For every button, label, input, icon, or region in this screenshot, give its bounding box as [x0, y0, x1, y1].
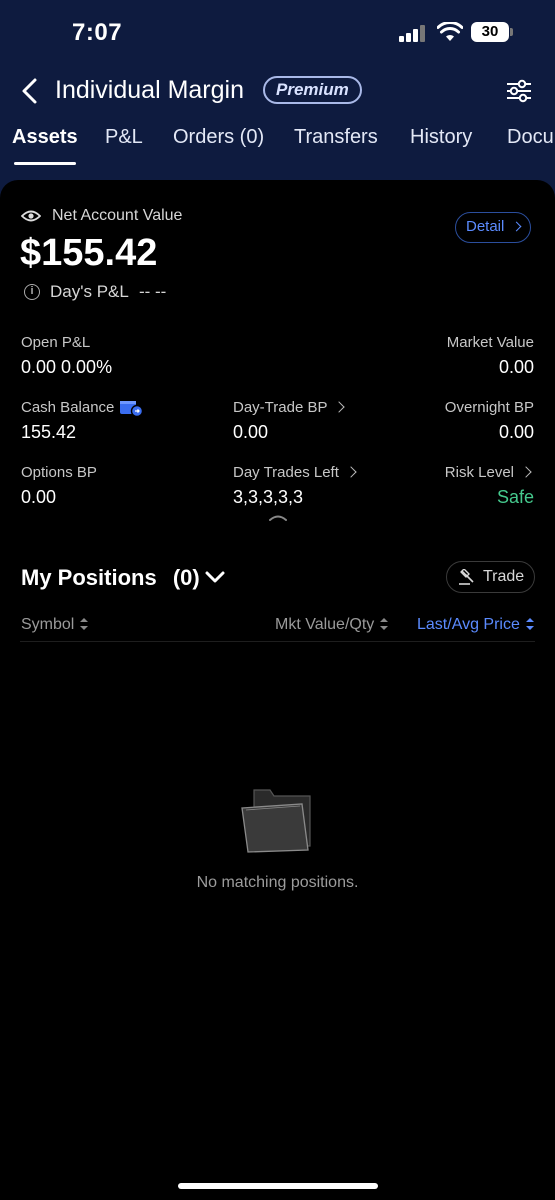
chevron-right-icon [333, 401, 346, 413]
risk-level-button[interactable]: Risk Level [444, 464, 532, 481]
day-pl-label: Day's P&L [50, 282, 129, 301]
divider [20, 641, 535, 642]
risk-level-label: Risk Level [444, 464, 514, 481]
info-icon[interactable]: i [24, 284, 40, 300]
sort-icon [380, 618, 389, 630]
detail-button[interactable]: Detail [455, 212, 531, 243]
market-value-label: Market Value [446, 334, 534, 351]
net-account-value: $155.42 [20, 232, 158, 274]
column-last-avg-price[interactable]: Last/Avg Price [417, 616, 534, 634]
chevron-right-icon [345, 466, 357, 478]
risk-level-value: Safe [496, 487, 534, 507]
open-pl-value: 0.00 0.00% [21, 357, 113, 377]
cellular-signal-icon [399, 24, 427, 42]
status-bar: 7:07 30 [0, 0, 555, 66]
sort-icon [525, 618, 534, 630]
day-trade-bp-value: 0.00 [233, 422, 269, 442]
options-bp-value: 0.00 [21, 487, 57, 507]
sort-icon [80, 618, 89, 630]
positions-count: (0) [172, 565, 200, 590]
tab-documents[interactable]: Docu [507, 126, 554, 149]
day-trades-left-value: 3,3,3,3,3 [233, 487, 304, 507]
empty-state-text: No matching positions. [196, 874, 359, 891]
overnight-bp-value: 0.00 [498, 422, 534, 442]
column-mkt-value[interactable]: Mkt Value/Qty [275, 616, 389, 634]
tab-orders[interactable]: Orders (0) [173, 126, 264, 149]
tab-active-indicator [14, 162, 76, 165]
account-title[interactable]: Individual Margin [55, 76, 244, 105]
back-chevron-icon[interactable] [18, 76, 44, 106]
gavel-icon [459, 569, 474, 585]
options-bp-label: Options BP [21, 464, 97, 481]
day-pl-value: -- -- [138, 282, 167, 301]
positions-title[interactable]: My Positions (0) [21, 565, 200, 591]
tab-transfers[interactable]: Transfers [294, 126, 378, 149]
premium-badge: Premium [263, 76, 362, 104]
eye-icon[interactable] [21, 208, 41, 224]
empty-folder-icon [241, 789, 311, 853]
tab-pl[interactable]: P&L [105, 126, 143, 149]
tab-history[interactable]: History [410, 126, 472, 149]
home-indicator[interactable] [178, 1183, 378, 1189]
column-last-avg-price-label: Last/Avg Price [417, 616, 520, 633]
cash-balance-label: Cash Balance [21, 399, 115, 416]
day-pl-row: Day's P&L -- -- [50, 282, 166, 302]
chevron-down-icon[interactable] [205, 570, 225, 584]
chevron-right-icon [520, 466, 532, 478]
detail-label: Detail [466, 218, 505, 235]
day-trades-left-button[interactable]: Day Trades Left [233, 464, 357, 481]
collapse-chevron-icon[interactable] [269, 513, 287, 521]
cash-balance-value: 155.42 [21, 422, 77, 442]
nav-bar: Individual Margin Premium [0, 66, 555, 116]
column-mkt-value-label: Mkt Value/Qty [275, 616, 375, 633]
column-symbol-label: Symbol [21, 616, 75, 633]
market-value-value: 0.00 [498, 357, 534, 377]
status-time: 7:07 [72, 19, 123, 46]
day-trade-bp-button[interactable]: Day-Trade BP [233, 399, 346, 416]
battery-icon: 30 [471, 22, 509, 42]
wallet-icon[interactable] [119, 399, 143, 417]
column-symbol[interactable]: Symbol [21, 616, 89, 634]
chevron-right-icon [511, 221, 521, 232]
day-trades-left-label: Day Trades Left [233, 464, 339, 481]
trade-label: Trade [483, 568, 525, 585]
net-account-value-label: Net Account Value [52, 207, 183, 224]
filter-settings-icon[interactable] [504, 76, 534, 106]
positions-title-label: My Positions [21, 565, 157, 590]
open-pl-label: Open P&L [21, 334, 91, 351]
trade-button[interactable]: Trade [446, 561, 535, 593]
overnight-bp-label: Overnight BP [444, 399, 534, 416]
content-sheet [0, 180, 555, 1200]
wifi-icon [437, 22, 463, 41]
tab-assets[interactable]: Assets [12, 126, 78, 149]
day-trade-bp-label: Day-Trade BP [233, 399, 328, 416]
battery-tip [510, 28, 513, 36]
